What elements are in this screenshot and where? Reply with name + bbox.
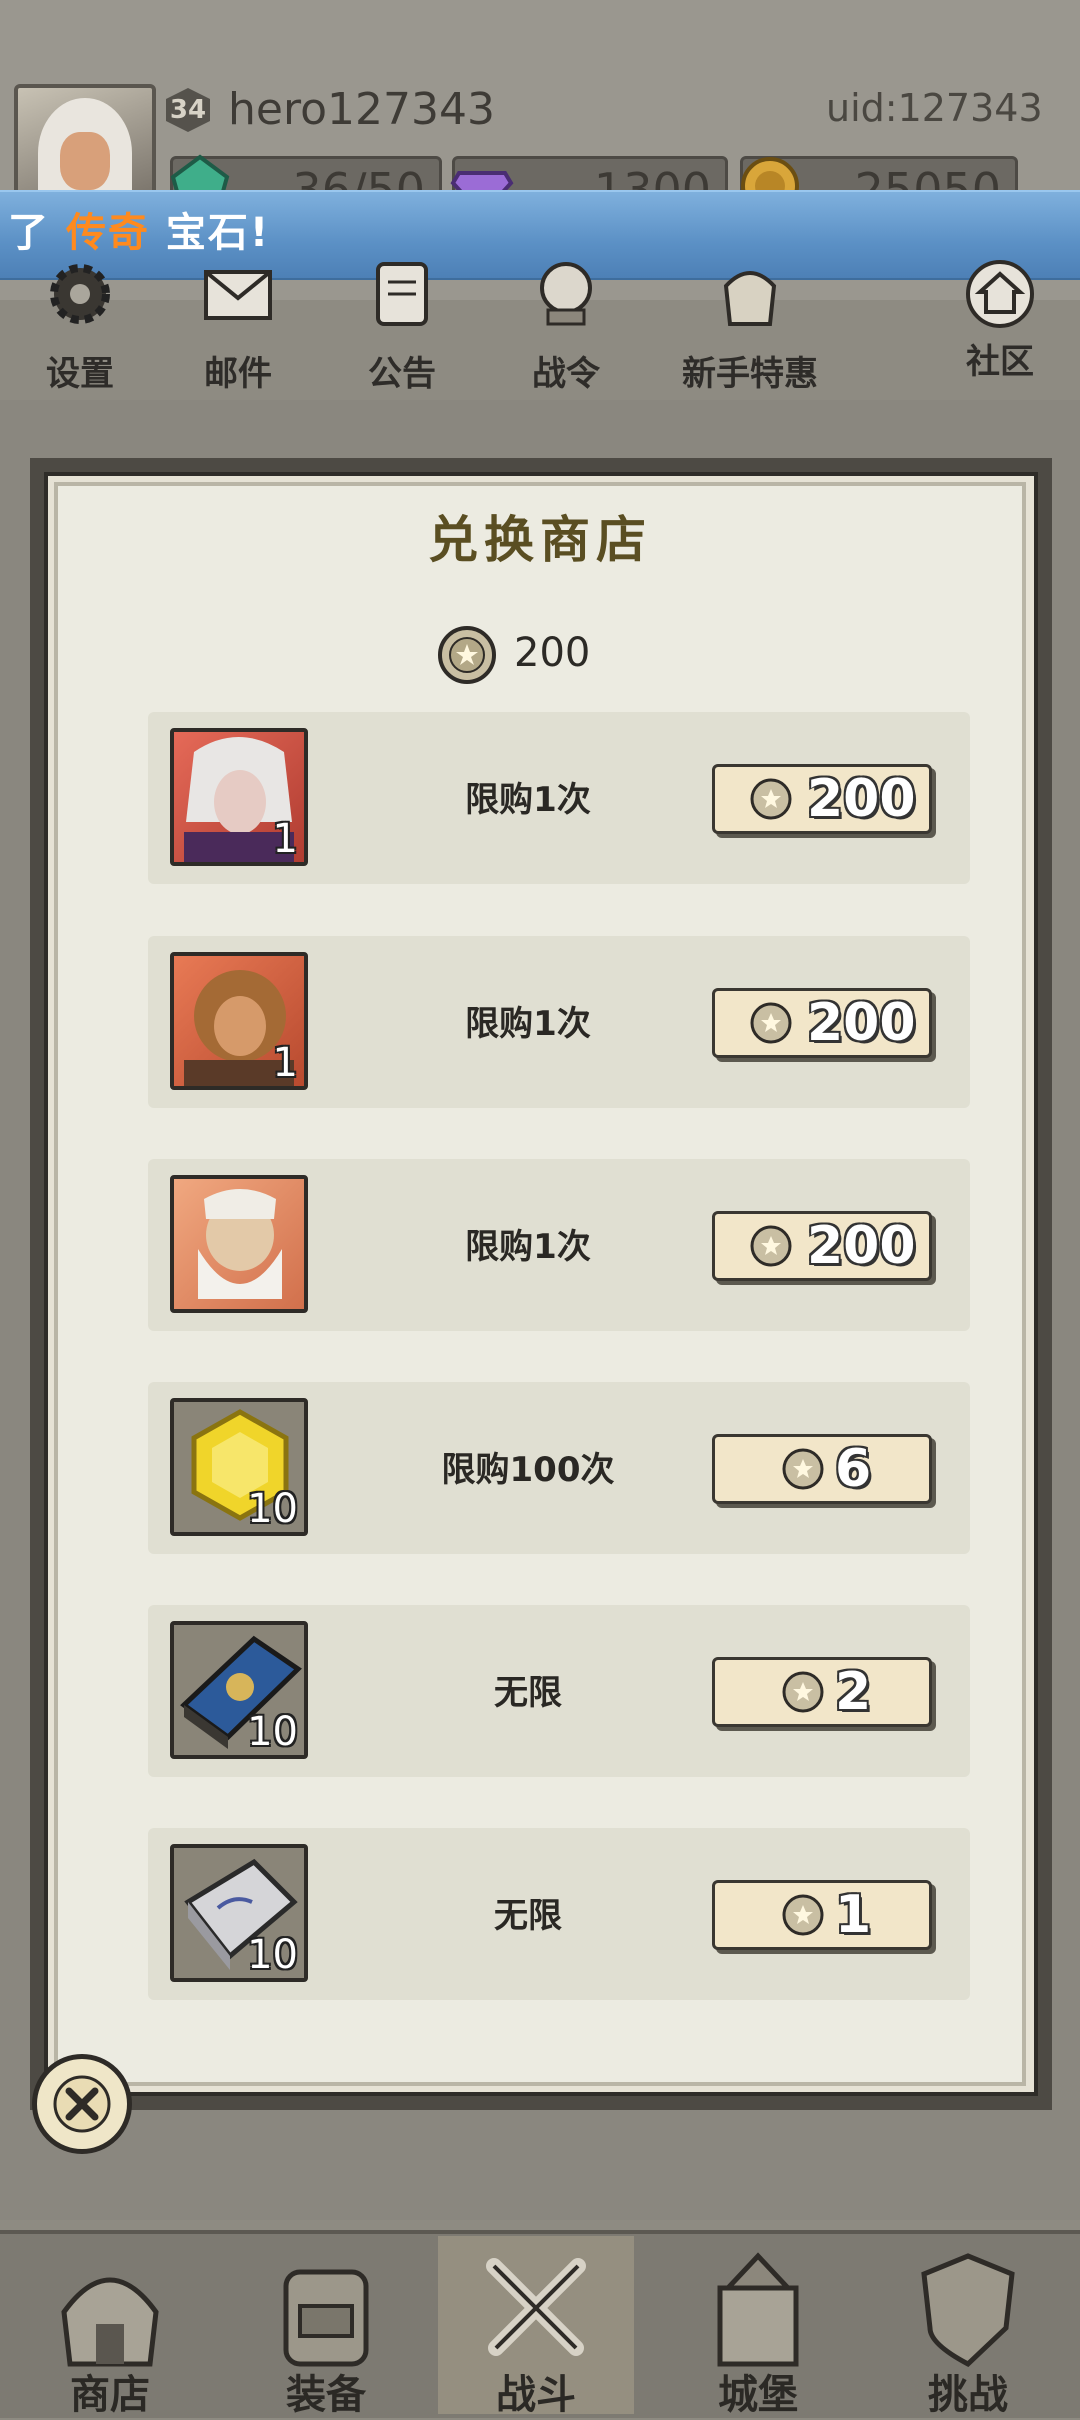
hero-portrait-icon[interactable] — [170, 1175, 308, 1313]
close-icon — [53, 2075, 111, 2133]
yellow-gem-icon[interactable]: 10 — [170, 1398, 308, 1536]
shop-item-row: 10 限购100次 6 — [148, 1382, 970, 1554]
buy-button[interactable]: 6 — [712, 1434, 932, 1504]
nav-castle-label: 城堡 — [718, 2372, 798, 2418]
shop-item-row: 1 限购1次 200 — [148, 936, 970, 1108]
shop-title: 兑换商店 — [428, 511, 652, 569]
purchase-limit: 限购1次 — [465, 1004, 591, 1044]
price-value: 6 — [835, 1439, 872, 1499]
item-quantity: 1 — [272, 816, 298, 862]
nav-challenge[interactable]: 挑战 — [870, 2236, 1066, 2418]
menu-mail-label: 邮件 — [204, 354, 272, 394]
menu-battle-pass-label: 战令 — [532, 354, 600, 394]
shop-hut-icon — [61, 2277, 159, 2367]
price-value: 200 — [807, 1216, 916, 1276]
menu-community-label: 社区 — [966, 342, 1034, 382]
price-value: 200 — [807, 769, 916, 829]
nav-castle[interactable]: 城堡 — [660, 2236, 856, 2418]
gear-icon — [50, 264, 110, 324]
buy-button[interactable]: 2 — [712, 1657, 932, 1727]
price-value: 2 — [835, 1662, 872, 1722]
nav-shop[interactable]: 商店 — [12, 2236, 208, 2418]
purchase-limit: 限购100次 — [441, 1450, 615, 1490]
nav-equipment[interactable]: 装备 — [228, 2236, 424, 2418]
coin-icon — [750, 1002, 792, 1044]
price-value: 200 — [807, 993, 916, 1053]
hero-portrait-icon[interactable]: 1 — [170, 728, 308, 866]
token-coin-icon — [438, 626, 496, 684]
menu-battle-pass[interactable]: 战令 — [506, 250, 626, 394]
buy-button[interactable]: 200 — [712, 764, 932, 834]
coin-icon — [782, 1448, 824, 1490]
price-value: 1 — [835, 1885, 872, 1945]
buy-button[interactable]: 200 — [712, 988, 932, 1058]
purchase-limit: 限购1次 — [465, 780, 591, 820]
buy-button[interactable]: 1 — [712, 1880, 932, 1950]
item-quantity: 10 — [247, 1486, 298, 1532]
purchase-limit: 限购1次 — [465, 1227, 591, 1267]
purchase-limit: 无限 — [494, 1673, 562, 1713]
crossed-swords-icon — [486, 2258, 586, 2356]
nav-battle-label: 战斗 — [496, 2372, 576, 2418]
shield-icon — [921, 2253, 1015, 2368]
nav-shop-label: 商店 — [70, 2372, 150, 2418]
item-quantity: 10 — [247, 1932, 298, 1978]
menu-mail[interactable]: 邮件 — [178, 250, 298, 394]
nav-equipment-label: 装备 — [286, 2372, 366, 2418]
player-name: hero127343 — [228, 84, 495, 135]
hero-portrait-icon[interactable]: 1 — [170, 952, 308, 1090]
nav-challenge-label: 挑战 — [928, 2372, 1008, 2418]
menu-settings[interactable]: 设置 — [20, 250, 140, 394]
shop-item-row: 限购1次 200 — [148, 1159, 970, 1331]
blue-tome-icon[interactable]: 10 — [170, 1621, 308, 1759]
shop-item-row: 1 限购1次 200 — [148, 712, 970, 884]
purchase-limit: 无限 — [494, 1896, 562, 1936]
nav-battle[interactable]: 战斗 — [438, 2236, 634, 2418]
menu-settings-label: 设置 — [46, 354, 114, 394]
coin-icon — [782, 1671, 824, 1713]
buy-button[interactable]: 200 — [712, 1211, 932, 1281]
close-button[interactable] — [32, 2054, 132, 2154]
coin-icon — [750, 1225, 792, 1267]
menu-notice-label: 公告 — [368, 354, 436, 394]
shop-item-row: 10 无限 1 — [148, 1828, 970, 2000]
player-uid: uid:127343 — [826, 86, 1043, 130]
item-quantity: 10 — [247, 1709, 298, 1755]
castle-icon — [717, 2252, 799, 2367]
silver-ingot-icon[interactable]: 10 — [170, 1844, 308, 1982]
menu-newbie-offer-label: 新手特惠 — [682, 354, 818, 394]
coin-icon — [750, 778, 792, 820]
mail-icon — [204, 270, 272, 320]
token-balance: 200 — [514, 630, 591, 676]
scroll-icon — [376, 262, 428, 326]
home-icon — [966, 260, 1034, 328]
item-quantity: 1 — [272, 1040, 298, 1086]
menu-notice[interactable]: 公告 — [342, 250, 462, 394]
menu-community[interactable]: 社区 — [940, 250, 1060, 390]
backpack-icon — [283, 2269, 369, 2367]
coin-icon — [782, 1894, 824, 1936]
gift-bag-icon — [723, 271, 777, 326]
menu-newbie-offer[interactable]: 新手特惠 — [670, 250, 830, 394]
battle-pass-icon — [540, 262, 592, 326]
shop-item-row: 10 无限 2 — [148, 1605, 970, 1777]
